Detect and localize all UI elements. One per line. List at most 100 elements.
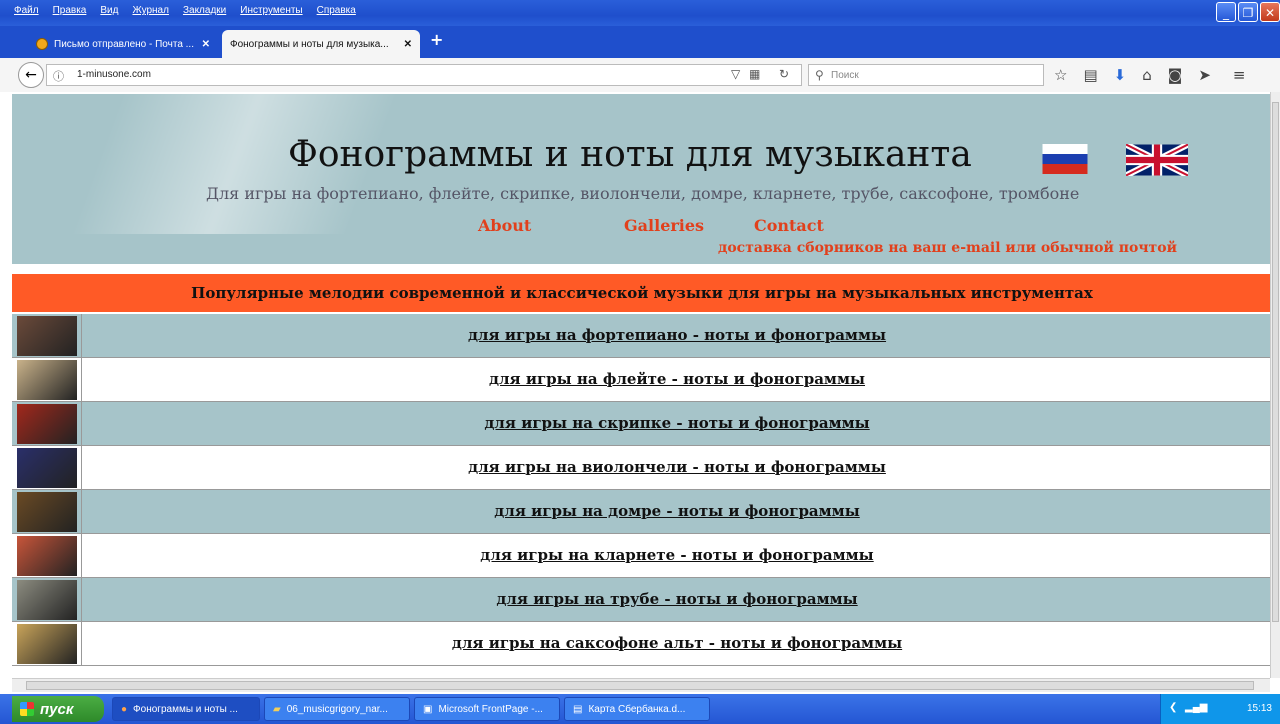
menu-bookmarks[interactable]: Закладки xyxy=(183,5,226,16)
menu-file[interactable]: Файл xyxy=(14,5,39,16)
list-item: для игры на скрипке - ноты и фонограммы xyxy=(12,402,1270,446)
uk-flag-icon[interactable] xyxy=(1126,144,1188,176)
network-icon[interactable]: ▂▄▆ xyxy=(1185,702,1207,713)
page-viewport: Фонограммы и ноты для музыканта Для игры… xyxy=(0,92,1270,678)
restore-button[interactable]: ❐ xyxy=(1238,2,1258,22)
menu-edit[interactable]: Правка xyxy=(53,5,87,16)
windows-taskbar: пуск ● Фонограммы и ноты ... ▰ 06_musicg… xyxy=(0,694,1280,724)
popular-melodies-banner: Популярные мелодии современной и классич… xyxy=(12,274,1270,312)
close-tab-icon[interactable]: ✕ xyxy=(202,39,210,50)
task-label: Карта Сбербанка.d... xyxy=(588,703,686,715)
scroll-thumb[interactable] xyxy=(1272,102,1279,622)
close-tab-icon[interactable]: ✕ xyxy=(404,39,412,50)
home-icon[interactable]: ⌂ xyxy=(1142,66,1152,84)
list-item: для игры на флейте - ноты и фонограммы xyxy=(12,358,1270,402)
task-label: 06_musicgrigory_nar... xyxy=(286,703,388,715)
domra-thumbnail[interactable] xyxy=(17,492,77,532)
start-label: пуск xyxy=(40,700,74,718)
trumpet-link[interactable]: для игры на трубе - ноты и фонограммы xyxy=(82,590,1270,608)
nav-galleries-link[interactable]: Galleries xyxy=(624,216,704,235)
downloads-icon[interactable]: ⬇ xyxy=(1114,66,1127,84)
address-bar[interactable]: ⓘ 1-minusone.com ▽ ▦ ↻ xyxy=(46,64,802,86)
cello-link[interactable]: для игры на виолончели - ноты и фонограм… xyxy=(82,458,1270,476)
flute-thumbnail[interactable] xyxy=(17,360,77,400)
window-titlebar: Файл Правка Вид Журнал Закладки Инструме… xyxy=(0,0,1280,26)
vertical-scrollbar[interactable] xyxy=(1270,92,1280,678)
minimize-button[interactable]: _ xyxy=(1216,2,1236,22)
system-tray: ❮ ▂▄▆ 15:13 xyxy=(1160,694,1280,724)
menu-help[interactable]: Справка xyxy=(317,5,356,16)
tab-label: Письмо отправлено - Почта ... xyxy=(54,38,194,50)
frontpage-icon: ▣ xyxy=(423,703,433,715)
page-subtitle: Для игры на фортепиано, флейте, скрипке,… xyxy=(206,184,1080,203)
task-frontpage[interactable]: ▣ Microsoft FrontPage -... xyxy=(414,697,560,721)
send-icon[interactable]: ➤ xyxy=(1198,66,1211,84)
list-item: для игры на кларнете - ноты и фонограммы xyxy=(12,534,1270,578)
nav-about-link[interactable]: About xyxy=(478,216,531,235)
horizontal-scrollbar[interactable] xyxy=(12,678,1270,692)
violin-link[interactable]: для игры на скрипке - ноты и фонограммы xyxy=(82,414,1270,432)
search-placeholder: Поиск xyxy=(831,70,859,81)
clarinet-link[interactable]: для игры на кларнете - ноты и фонограммы xyxy=(82,546,1270,564)
url-text[interactable]: 1-minusone.com xyxy=(77,69,151,80)
reload-icon[interactable]: ↻ xyxy=(779,67,789,81)
saxophone-thumbnail[interactable] xyxy=(17,624,77,664)
russian-flag-icon[interactable] xyxy=(1036,144,1094,174)
bookmarks-list-icon[interactable]: ▤ xyxy=(1083,66,1097,84)
flute-link[interactable]: для игры на флейте - ноты и фонограммы xyxy=(82,370,1270,388)
site-header: Фонограммы и ноты для музыканта Для игры… xyxy=(12,94,1270,264)
start-button[interactable]: пуск xyxy=(12,696,104,722)
list-item: для игры на домре - ноты и фонограммы xyxy=(12,490,1270,534)
list-item: для игры на трубе - ноты и фонограммы xyxy=(12,578,1270,622)
instrument-list: для игры на фортепиано - ноты и фонограм… xyxy=(12,314,1270,666)
windows-logo-icon xyxy=(20,702,34,716)
info-icon[interactable]: ⓘ xyxy=(53,68,64,84)
dropdown-icon[interactable]: ▽ xyxy=(731,67,740,81)
task-firefox[interactable]: ● Фонограммы и ноты ... xyxy=(112,697,260,721)
delivery-link[interactable]: доставка сборников на ваш e-mail или обы… xyxy=(718,240,1177,256)
domra-link[interactable]: для игры на домре - ноты и фонограммы xyxy=(82,502,1270,520)
task-folder[interactable]: ▰ 06_musicgrigory_nar... xyxy=(264,697,410,721)
page-title: Фонограммы и ноты для музыканта xyxy=(288,134,972,175)
menu-view[interactable]: Вид xyxy=(100,5,118,16)
toolbar-icons: ☆ ▤ ⬇ ⌂ ◙ ➤ ≡ xyxy=(1054,66,1245,84)
piano-link[interactable]: для игры на фортепиано - ноты и фонограм… xyxy=(82,326,1270,344)
menu-bar: Файл Правка Вид Журнал Закладки Инструме… xyxy=(14,5,356,16)
saxophone-link[interactable]: для игры на саксофоне альт - ноты и фоно… xyxy=(82,634,1270,652)
task-label: Microsoft FrontPage -... xyxy=(438,703,543,715)
tray-arrow-icon[interactable]: ❮ xyxy=(1169,702,1177,713)
task-label: Фонограммы и ноты ... xyxy=(133,703,238,715)
search-icon: ⚲ xyxy=(815,68,824,82)
document-icon: ▤ xyxy=(573,703,583,715)
list-item: для игры на фортепиано - ноты и фонограм… xyxy=(12,314,1270,358)
violin-thumbnail[interactable] xyxy=(17,404,77,444)
bookmark-star-icon[interactable]: ☆ xyxy=(1054,66,1067,84)
list-item: для игры на саксофоне альт - ноты и фоно… xyxy=(12,622,1270,666)
new-tab-icon[interactable]: + xyxy=(430,30,443,49)
mail-favicon-icon xyxy=(36,38,48,50)
scroll-thumb[interactable] xyxy=(26,681,1254,690)
close-window-button[interactable]: ✕ xyxy=(1260,2,1280,22)
folder-icon: ▰ xyxy=(273,703,281,715)
tab-strip: Письмо отправлено - Почта ... ✕ Фонограм… xyxy=(0,26,1280,58)
tab-mail[interactable]: Письмо отправлено - Почта ... ✕ xyxy=(28,30,218,58)
tab-label: Фонограммы и ноты для музыка... xyxy=(230,38,389,50)
list-item: для игры на виолончели - ноты и фонограм… xyxy=(12,446,1270,490)
task-word-document[interactable]: ▤ Карта Сбербанка.d... xyxy=(564,697,710,721)
reader-view-icon[interactable]: ▦ xyxy=(749,67,760,81)
tab-phonograms[interactable]: Фонограммы и ноты для музыка... ✕ xyxy=(222,30,420,58)
window-controls: _ ❐ ✕ xyxy=(1216,2,1280,22)
clock[interactable]: 15:13 xyxy=(1247,703,1272,714)
menu-history[interactable]: Журнал xyxy=(132,5,169,16)
hamburger-menu-icon[interactable]: ≡ xyxy=(1233,66,1246,84)
trumpet-thumbnail[interactable] xyxy=(17,580,77,620)
search-input[interactable]: ⚲ Поиск xyxy=(808,64,1044,86)
piano-thumbnail[interactable] xyxy=(17,316,77,356)
nav-contact-link[interactable]: Contact xyxy=(754,216,824,235)
navigation-bar: ← ⓘ 1-minusone.com ▽ ▦ ↻ ⚲ Поиск ☆ ▤ ⬇ ⌂… xyxy=(0,58,1280,93)
menu-tools[interactable]: Инструменты xyxy=(240,5,302,16)
pocket-icon[interactable]: ◙ xyxy=(1168,66,1183,84)
back-arrow-icon[interactable]: ← xyxy=(18,62,44,88)
clarinet-thumbnail[interactable] xyxy=(17,536,77,576)
cello-thumbnail[interactable] xyxy=(17,448,77,488)
